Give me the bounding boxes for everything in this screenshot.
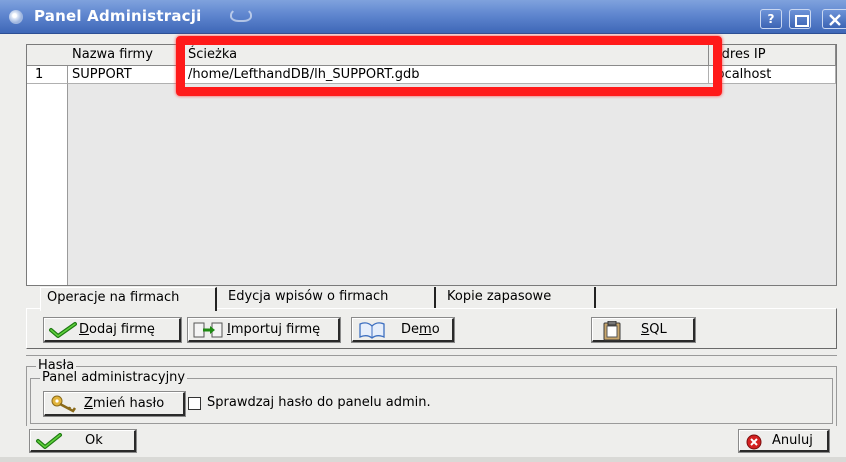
window-title: Panel Administracji	[34, 7, 202, 25]
close-icon	[829, 14, 841, 26]
cancel-label: Anuluj	[772, 433, 813, 448]
add-company-button[interactable]: Dodaj firmę	[43, 317, 182, 343]
tab-edit-company-entries[interactable]: Edycja wpisów o firmach	[222, 287, 436, 308]
companies-table[interactable]: Nazwa firmy Ścieżka Adres IP 1 SUPPORT /…	[26, 44, 837, 286]
tab-company-operations[interactable]: Operacje na firmach	[40, 287, 217, 311]
help-button[interactable]: ?	[760, 9, 782, 29]
close-button[interactable]	[822, 9, 846, 29]
table-header: Nazwa firmy Ścieżka Adres IP	[27, 45, 836, 66]
import-company-label: Importuj firmę	[227, 322, 321, 337]
admin-panel-group-title: Panel administracyjny	[40, 370, 188, 385]
separator	[26, 355, 837, 356]
ok-label: Ok	[85, 433, 103, 448]
cell-ip-address[interactable]: localhost	[709, 66, 836, 84]
cell-path[interactable]: /home/LefthandDB/lh_SUPPORT.gdb	[184, 66, 709, 84]
cancel-button[interactable]: Anuluj	[738, 429, 830, 453]
book-icon	[357, 321, 385, 339]
title-decoration-icon	[230, 8, 252, 22]
key-icon	[49, 395, 77, 413]
ok-button[interactable]: Ok	[29, 429, 137, 453]
row-number[interactable]: 1	[27, 66, 68, 84]
app-icon[interactable]	[9, 10, 23, 24]
add-company-label: Dodaj firmę	[79, 322, 155, 337]
checkmark-icon	[35, 433, 62, 451]
verify-password-label[interactable]: Sprawdzaj hasło do panelu admin.	[207, 395, 431, 410]
window-bottom-edge	[0, 457, 846, 462]
table-row[interactable]: 1 SUPPORT /home/LefthandDB/lh_SUPPORT.gd…	[27, 66, 836, 84]
column-header-path[interactable]: Ścieżka	[184, 45, 709, 66]
import-icon	[193, 321, 223, 339]
column-header-company-name[interactable]: Nazwa firmy	[68, 45, 184, 66]
import-company-button[interactable]: Importuj firmę	[187, 317, 341, 343]
admin-panel-window: Panel Administracji ? Nazwa firmy Ścieżk…	[0, 0, 846, 462]
table-corner[interactable]	[27, 45, 69, 66]
title-bar[interactable]: Panel Administracji ?	[0, 0, 846, 34]
maximize-button[interactable]	[789, 9, 811, 29]
sql-label: SQL	[641, 322, 667, 337]
tab-backups[interactable]: Kopie zapasowe	[441, 287, 596, 308]
column-header-ip-address[interactable]: Adres IP	[709, 45, 836, 66]
cell-company-name[interactable]: SUPPORT	[68, 66, 184, 84]
checkmark-icon	[49, 321, 77, 339]
change-password-label: Zmień hasło	[84, 396, 165, 411]
demo-label: Demo	[401, 322, 440, 337]
sql-button[interactable]: SQL	[591, 317, 696, 343]
verify-password-checkbox[interactable]	[188, 397, 201, 410]
clipboard-icon	[597, 320, 623, 341]
demo-button[interactable]: Demo	[351, 317, 455, 343]
cancel-icon	[744, 433, 770, 451]
change-password-button[interactable]: Zmień hasło	[43, 391, 186, 417]
